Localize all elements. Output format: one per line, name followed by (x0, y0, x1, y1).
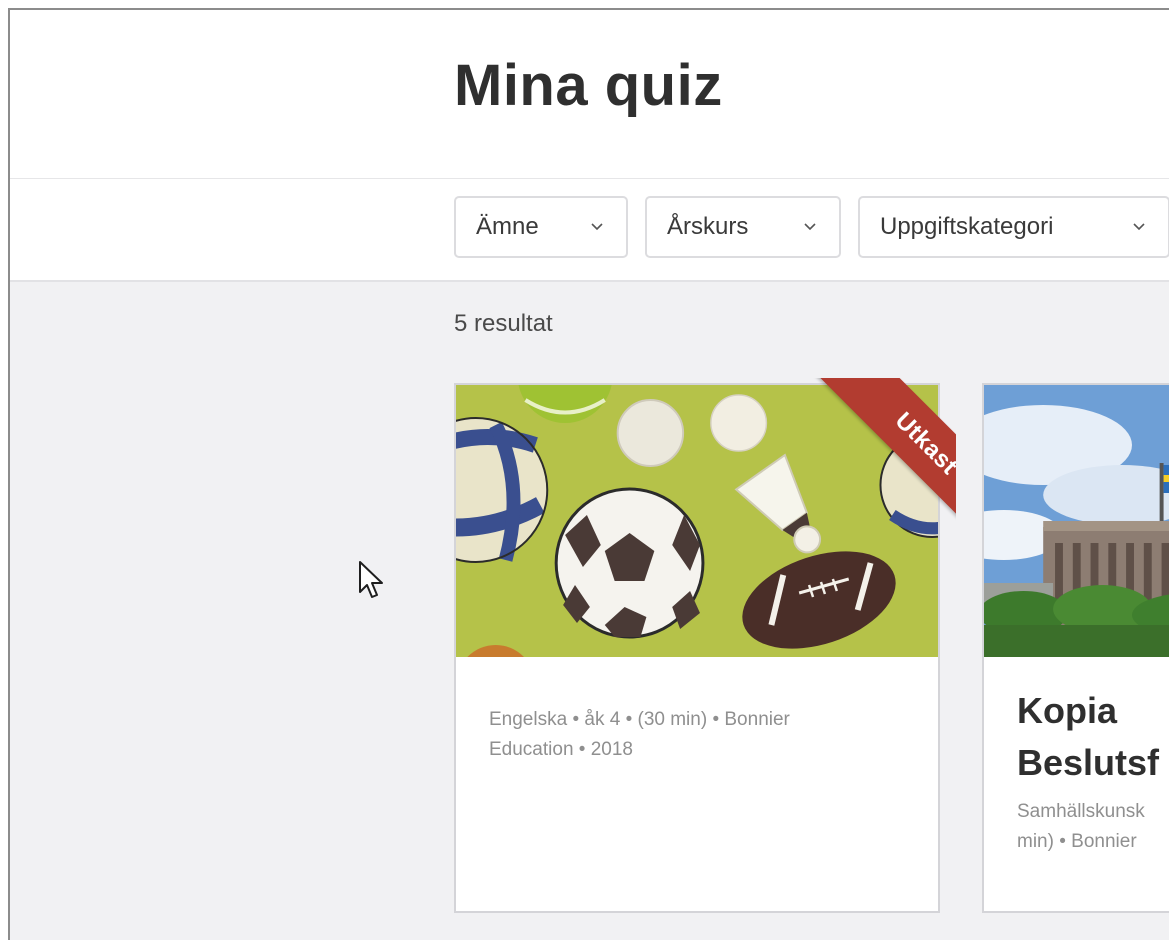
quiz-card-title-line2: Beslutsf (1017, 742, 1160, 783)
sports-balls-image (456, 385, 938, 657)
quiz-card[interactable]: Engelska • åk 4 • (30 min) • Bonnier Edu… (454, 383, 940, 913)
mouse-cursor-icon (359, 561, 383, 598)
subject-filter-label: Ämne (476, 213, 539, 240)
grade-filter-label: Årskurs (667, 213, 749, 240)
results-count: 5 resultat (454, 310, 553, 337)
chevron-down-icon (804, 223, 816, 231)
task-category-filter-label: Uppgiftskategori (880, 213, 1054, 240)
app-frame: Mina quiz Ämne Årskurs Uppgiftskategori … (8, 8, 1169, 940)
quiz-card-meta-line2: min) • Bonnier (1017, 831, 1137, 852)
quiz-card[interactable]: Kopia Beslutsf Samhällskunsk min) • Bonn… (982, 383, 1169, 913)
chevron-down-icon (1133, 223, 1145, 231)
quiz-card-meta: Engelska • åk 4 • (30 min) • Bonnier Edu… (489, 705, 899, 765)
page-header: Mina quiz (10, 10, 1169, 178)
chevron-down-icon (591, 223, 603, 231)
subject-filter-dropdown[interactable]: Ämne (454, 196, 628, 258)
page-title: Mina quiz (454, 53, 723, 118)
quiz-card-meta-line2: Education • 2018 (489, 739, 633, 760)
grade-filter-dropdown[interactable]: Årskurs (645, 196, 841, 258)
quiz-card-meta-line1: Engelska • åk 4 • (30 min) • Bonnier (489, 709, 790, 730)
quiz-card-title: Kopia Beslutsf (1017, 685, 1169, 789)
quiz-card-meta-line1: Samhällskunsk (1017, 801, 1145, 822)
filter-bar: Ämne Årskurs Uppgiftskategori (10, 178, 1169, 282)
quiz-card-title-line1: Kopia (1017, 690, 1118, 731)
swedish-parliament-image (984, 385, 1169, 657)
quiz-card-meta: Samhällskunsk min) • Bonnier (1017, 797, 1169, 857)
task-category-filter-dropdown[interactable]: Uppgiftskategori (858, 196, 1169, 258)
